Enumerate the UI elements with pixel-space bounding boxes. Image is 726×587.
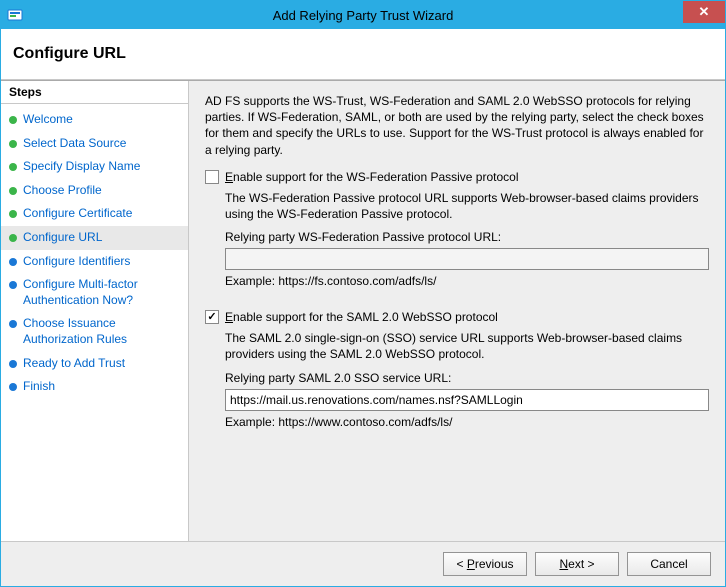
next-button[interactable]: Next > <box>535 552 619 576</box>
step-bullet-icon <box>9 320 17 328</box>
wsfed-url-input[interactable] <box>225 248 709 270</box>
step-item[interactable]: Choose Profile <box>1 179 188 203</box>
content-panel: AD FS supports the WS-Trust, WS-Federati… <box>189 81 725 541</box>
step-label: Ready to Add Trust <box>23 356 125 372</box>
steps-panel: Steps Welcome Select Data Source Specify D… <box>1 81 189 541</box>
step-bullet-icon <box>9 116 17 124</box>
step-item[interactable]: Select Data Source <box>1 132 188 156</box>
step-bullet-icon <box>9 140 17 148</box>
steps-header: Steps <box>1 81 188 104</box>
step-bullet-icon <box>9 281 17 289</box>
step-bullet-icon <box>9 383 17 391</box>
step-item[interactable]: Welcome <box>1 108 188 132</box>
close-button[interactable]: ✕ <box>683 1 725 23</box>
step-item[interactable]: Configure Identifiers <box>1 250 188 274</box>
intro-text: AD FS supports the WS-Trust, WS-Federati… <box>205 93 709 158</box>
step-label: Finish <box>23 379 55 395</box>
wizard-window: Add Relying Party Trust Wizard ✕ Configu… <box>0 0 726 587</box>
step-item[interactable]: Specify Display Name <box>1 155 188 179</box>
step-item[interactable]: Ready to Add Trust <box>1 352 188 376</box>
window-title: Add Relying Party Trust Wizard <box>1 8 725 23</box>
step-bullet-icon <box>9 360 17 368</box>
step-label: Welcome <box>23 112 73 128</box>
step-bullet-icon <box>9 210 17 218</box>
app-icon <box>7 7 23 23</box>
step-item[interactable]: Configure Multi-factor Authentication No… <box>1 273 188 312</box>
page-header: Configure URL <box>1 29 725 80</box>
wsfed-checkbox-row: Enable support for the WS-Federation Pas… <box>205 170 709 184</box>
saml-url-input[interactable] <box>225 389 709 411</box>
saml-checkbox-label: Enable support for the SAML 2.0 WebSSO p… <box>225 310 498 324</box>
step-label: Configure URL <box>23 230 102 246</box>
close-icon: ✕ <box>699 4 710 20</box>
wsfed-url-label: Relying party WS-Federation Passive prot… <box>225 230 709 244</box>
step-bullet-icon <box>9 187 17 195</box>
saml-example: Example: https://www.contoso.com/adfs/ls… <box>225 415 709 429</box>
step-label: Choose Issuance Authorization Rules <box>23 316 180 347</box>
previous-button[interactable]: < Previous <box>443 552 527 576</box>
step-item[interactable]: Finish <box>1 375 188 399</box>
step-item[interactable]: Choose Issuance Authorization Rules <box>1 312 188 351</box>
step-bullet-icon <box>9 163 17 171</box>
saml-checkbox[interactable] <box>205 310 219 324</box>
step-label: Configure Multi-factor Authentication No… <box>23 277 180 308</box>
page-title: Configure URL <box>13 45 713 63</box>
saml-checkbox-row: Enable support for the SAML 2.0 WebSSO p… <box>205 310 709 324</box>
step-label: Specify Display Name <box>23 159 140 175</box>
step-label: Configure Certificate <box>23 206 132 222</box>
step-item[interactable]: Configure URL <box>1 226 188 250</box>
cancel-button[interactable]: Cancel <box>627 552 711 576</box>
body: Steps Welcome Select Data Source Specify D… <box>1 80 725 541</box>
saml-block: Enable support for the SAML 2.0 WebSSO p… <box>205 310 709 428</box>
wsfed-checkbox[interactable] <box>205 170 219 184</box>
step-label: Configure Identifiers <box>23 254 130 270</box>
wsfed-description: The WS-Federation Passive protocol URL s… <box>225 190 709 222</box>
step-bullet-icon <box>9 258 17 266</box>
saml-url-label: Relying party SAML 2.0 SSO service URL: <box>225 371 709 385</box>
footer: < Previous Next > Cancel <box>1 541 725 586</box>
wsfed-example: Example: https://fs.contoso.com/adfs/ls/ <box>225 274 709 288</box>
wsfed-block: Enable support for the WS-Federation Pas… <box>205 170 709 288</box>
titlebar: Add Relying Party Trust Wizard ✕ <box>1 1 725 29</box>
saml-description: The SAML 2.0 single-sign-on (SSO) servic… <box>225 330 709 362</box>
step-item[interactable]: Configure Certificate <box>1 202 188 226</box>
step-label: Choose Profile <box>23 183 102 199</box>
steps-list: Welcome Select Data Source Specify Display… <box>1 104 188 541</box>
wsfed-checkbox-label: Enable support for the WS-Federation Pas… <box>225 170 519 184</box>
step-label: Select Data Source <box>23 136 126 152</box>
step-bullet-icon <box>9 234 17 242</box>
